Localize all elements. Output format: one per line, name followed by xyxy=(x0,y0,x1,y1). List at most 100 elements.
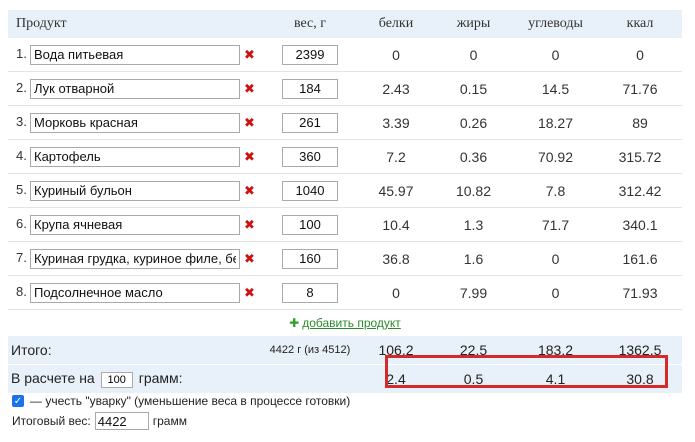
add-product-row: ✚ добавить продукт xyxy=(8,310,682,337)
per-portion-prefix: В расчете на xyxy=(11,370,95,387)
row-number: 7. xyxy=(16,250,27,266)
weight-input[interactable] xyxy=(282,214,338,235)
weight-input[interactable] xyxy=(282,44,338,65)
product-name-input[interactable] xyxy=(30,282,240,303)
product-cell: 1. ✖ xyxy=(8,38,262,72)
totals-kcal: 1362.5 xyxy=(598,336,682,365)
protein-cell: 7.2 xyxy=(358,139,434,174)
totals-label: Итого: xyxy=(8,336,262,365)
protein-cell: 36.8 xyxy=(358,241,434,276)
totals-protein: 106.2 xyxy=(358,336,434,365)
options-panel: ✓ — учесть "уварку" (уменьшение веса в п… xyxy=(12,391,350,431)
delete-icon[interactable]: ✖ xyxy=(244,81,255,97)
table-row: 2. ✖ 2.430.1514.571.76 xyxy=(8,71,682,106)
weight-cell xyxy=(262,275,358,310)
product-name-input[interactable] xyxy=(30,112,240,133)
product-name-input[interactable] xyxy=(30,180,240,201)
per-portion-suffix: грамм: xyxy=(138,370,183,387)
boil-option: ✓ — учесть "уварку" (уменьшение веса в п… xyxy=(12,391,350,411)
kcal-cell: 161.6 xyxy=(598,241,682,276)
weight-cell xyxy=(262,71,358,106)
weight-input[interactable] xyxy=(282,78,338,99)
weight-input[interactable] xyxy=(282,112,338,133)
fat-cell: 0 xyxy=(434,38,513,72)
header-carbs: углеводы xyxy=(513,10,598,38)
per-portion-row: В расчете на грамм: 2.4 0.5 4.1 30.8 xyxy=(8,364,682,393)
protein-cell: 0 xyxy=(358,38,434,72)
totals-weight: 4422 г (из 4512) xyxy=(262,336,358,365)
row-number: 2. xyxy=(16,80,27,96)
kcal-cell: 71.76 xyxy=(598,71,682,106)
table-header: Продукт вес, г белки жиры углеводы ккал xyxy=(8,10,682,38)
row-number: 8. xyxy=(16,284,27,300)
protein-cell: 10.4 xyxy=(358,207,434,242)
delete-icon[interactable]: ✖ xyxy=(244,115,255,131)
product-name-input[interactable] xyxy=(30,44,240,65)
table-row: 1.✖0000 xyxy=(8,38,682,72)
per-portion-grams-input[interactable] xyxy=(100,371,133,388)
row-number: 5. xyxy=(16,182,27,198)
kcal-cell: 71.93 xyxy=(598,275,682,310)
kcal-cell: 89 xyxy=(598,105,682,140)
protein-cell: 2.43 xyxy=(358,71,434,106)
weight-cell xyxy=(262,173,358,208)
fat-cell: 10.82 xyxy=(434,173,513,208)
weight-cell xyxy=(262,241,358,276)
product-cell: 8. ✖ xyxy=(8,275,262,310)
carbs-cell: 7.8 xyxy=(513,173,598,208)
final-weight-unit: грамм xyxy=(152,414,187,428)
carbs-cell: 71.7 xyxy=(513,207,598,242)
kcal-cell: 315.72 xyxy=(598,139,682,174)
fat-cell: 1.6 xyxy=(434,241,513,276)
totals-carbs: 183.2 xyxy=(513,336,598,365)
table-row: 5. ✖ 45.9710.827.8312.42 xyxy=(8,173,682,208)
product-cell: 6. ✖ xyxy=(8,207,262,242)
weight-cell xyxy=(262,139,358,174)
carbs-cell: 0 xyxy=(513,241,598,276)
delete-icon[interactable]: ✖ xyxy=(244,183,255,199)
row-number: 6. xyxy=(16,216,27,232)
weight-cell xyxy=(262,38,358,72)
carbs-cell: 14.5 xyxy=(513,71,598,106)
kcal-cell: 0 xyxy=(598,38,682,72)
kcal-cell: 340.1 xyxy=(598,207,682,242)
per-portion-fat: 0.5 xyxy=(434,364,513,393)
product-name-input[interactable] xyxy=(30,214,240,235)
delete-icon[interactable]: ✖ xyxy=(244,47,255,63)
boil-checkbox[interactable]: ✓ xyxy=(12,395,24,407)
totals-row: Итого: 4422 г (из 4512) 106.2 22.5 183.2… xyxy=(8,336,682,365)
weight-cell xyxy=(262,207,358,242)
weight-input[interactable] xyxy=(282,180,338,201)
protein-cell: 3.39 xyxy=(358,105,434,140)
row-number: 3. xyxy=(16,114,27,130)
final-weight-label: Итоговый вес: xyxy=(12,414,91,428)
kcal-cell: 312.42 xyxy=(598,173,682,208)
weight-input[interactable] xyxy=(282,146,338,167)
final-weight-input[interactable] xyxy=(94,412,149,430)
delete-icon[interactable]: ✖ xyxy=(244,217,255,233)
calorie-calculator: Продукт вес, г белки жиры углеводы ккал … xyxy=(0,0,695,442)
delete-icon[interactable]: ✖ xyxy=(244,251,255,267)
boil-label: — учесть "уварку" (уменьшение веса в про… xyxy=(30,394,351,408)
delete-icon[interactable]: ✖ xyxy=(244,149,255,165)
plus-icon: ✚ xyxy=(289,316,300,330)
product-cell: 7. ✖ xyxy=(8,241,262,276)
product-name-input[interactable] xyxy=(30,146,240,167)
delete-icon[interactable]: ✖ xyxy=(244,285,255,301)
header-kcal: ккал xyxy=(598,10,682,38)
fat-cell: 1.3 xyxy=(434,207,513,242)
carbs-cell: 0 xyxy=(513,38,598,72)
add-product-link[interactable]: добавить продукт xyxy=(302,316,401,330)
carbs-cell: 70.92 xyxy=(513,139,598,174)
product-name-input[interactable] xyxy=(30,78,240,99)
table-row: 6. ✖ 10.41.371.7340.1 xyxy=(8,207,682,242)
table-row: 7. ✖ 36.81.60161.6 xyxy=(8,241,682,276)
header-product: Продукт xyxy=(8,10,262,38)
weight-input[interactable] xyxy=(282,282,338,303)
row-number: 1. xyxy=(16,46,27,62)
product-name-input[interactable] xyxy=(30,248,240,269)
header-weight: вес, г xyxy=(262,10,358,38)
product-cell: 3. ✖ xyxy=(8,105,262,140)
carbs-cell: 18.27 xyxy=(513,105,598,140)
weight-input[interactable] xyxy=(282,248,338,269)
